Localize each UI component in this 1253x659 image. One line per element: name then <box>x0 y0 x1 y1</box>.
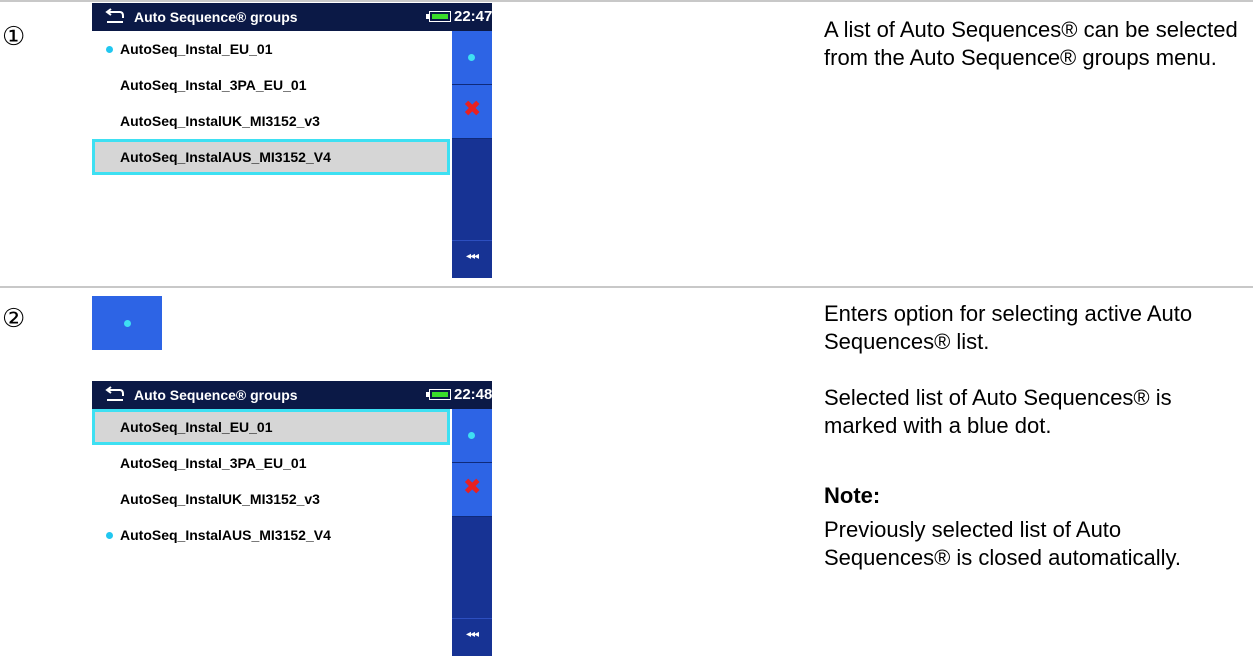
battery-icon <box>426 11 451 22</box>
delete-button[interactable]: ✖ <box>452 463 492 517</box>
delete-button[interactable]: ✖ <box>452 85 492 139</box>
list-item-selected[interactable]: AutoSeq_Instal_EU_01 <box>92 409 450 445</box>
red-x-icon: ✖ <box>463 475 482 500</box>
collapse-button[interactable]: ◂◂◂ <box>452 618 492 656</box>
step-2-description-2: Selected list of Auto Sequences® is mark… <box>824 385 1172 438</box>
note-text: Previously selected list of Auto Sequenc… <box>824 517 1181 570</box>
list-item[interactable]: AutoSeq_Instal_3PA_EU_01 <box>92 445 450 481</box>
list-item-label: AutoSeq_Instal_EU_01 <box>120 41 273 57</box>
back-arrow-icon[interactable] <box>104 384 126 404</box>
list-item-label: AutoSeq_InstalUK_MI3152_v3 <box>120 491 320 507</box>
note-heading: Note: <box>824 483 881 508</box>
clock: 22:48 <box>454 386 493 403</box>
top-divider <box>0 0 1253 2</box>
list-item-label: AutoSeq_InstalUK_MI3152_v3 <box>120 113 320 129</box>
list-item[interactable]: AutoSeq_Instal_3PA_EU_01 <box>92 67 450 103</box>
list-item-label: AutoSeq_Instal_3PA_EU_01 <box>120 455 307 471</box>
sequence-group-list: AutoSeq_Instal_EU_01 AutoSeq_Instal_3PA_… <box>92 409 452 656</box>
select-active-button-example <box>92 296 162 350</box>
screen-title: Auto Sequence® groups <box>134 9 298 25</box>
device-screen-1: Auto Sequence® groups 22:47 AutoSeq_Inst… <box>92 3 492 278</box>
step-number-2: ② <box>2 304 26 334</box>
list-item[interactable]: AutoSeq_InstalUK_MI3152_v3 <box>92 103 450 139</box>
side-toolbar: ✖ ◂◂◂ <box>452 31 492 278</box>
dot-icon <box>468 432 475 439</box>
step-2-description-1: Enters option for selecting active Auto … <box>824 301 1193 354</box>
collapse-button[interactable]: ◂◂◂ <box>452 240 492 278</box>
sequence-group-list: AutoSeq_Instal_EU_01 AutoSeq_Instal_3PA_… <box>92 31 452 278</box>
list-item-label: AutoSeq_Instal_EU_01 <box>120 419 273 435</box>
battery-icon <box>426 389 451 400</box>
red-x-icon: ✖ <box>463 97 482 122</box>
clock: 22:47 <box>454 8 493 25</box>
device-screen-2: Auto Sequence® groups 22:48 AutoSeq_Inst… <box>92 381 492 656</box>
list-item[interactable]: AutoSeq_InstalUK_MI3152_v3 <box>92 481 450 517</box>
dot-icon <box>124 320 131 327</box>
list-item-label: AutoSeq_InstalAUS_MI3152_V4 <box>120 149 331 165</box>
step-1-description: A list of Auto Sequences® can be selecte… <box>824 17 1238 70</box>
chevrons-left-icon: ◂◂◂ <box>465 629 479 640</box>
chevrons-left-icon: ◂◂◂ <box>465 251 479 262</box>
side-toolbar: ✖ ◂◂◂ <box>452 409 492 656</box>
list-item-selected[interactable]: AutoSeq_InstalAUS_MI3152_V4 <box>92 139 450 175</box>
dot-icon <box>468 54 475 61</box>
title-bar: Auto Sequence® groups 22:48 <box>92 381 492 409</box>
title-bar: Auto Sequence® groups 22:47 <box>92 3 492 31</box>
screen-title: Auto Sequence® groups <box>134 387 298 403</box>
step-number-1: ① <box>2 22 26 52</box>
list-item-label: AutoSeq_InstalAUS_MI3152_V4 <box>120 527 331 543</box>
active-dot-icon <box>106 532 113 539</box>
back-arrow-icon[interactable] <box>104 6 126 26</box>
select-active-button[interactable] <box>452 409 492 463</box>
list-item[interactable]: AutoSeq_InstalAUS_MI3152_V4 <box>92 517 450 553</box>
middle-divider <box>0 286 1253 288</box>
list-item[interactable]: AutoSeq_Instal_EU_01 <box>92 31 450 67</box>
select-active-button[interactable] <box>452 31 492 85</box>
list-item-label: AutoSeq_Instal_3PA_EU_01 <box>120 77 307 93</box>
active-dot-icon <box>106 46 113 53</box>
